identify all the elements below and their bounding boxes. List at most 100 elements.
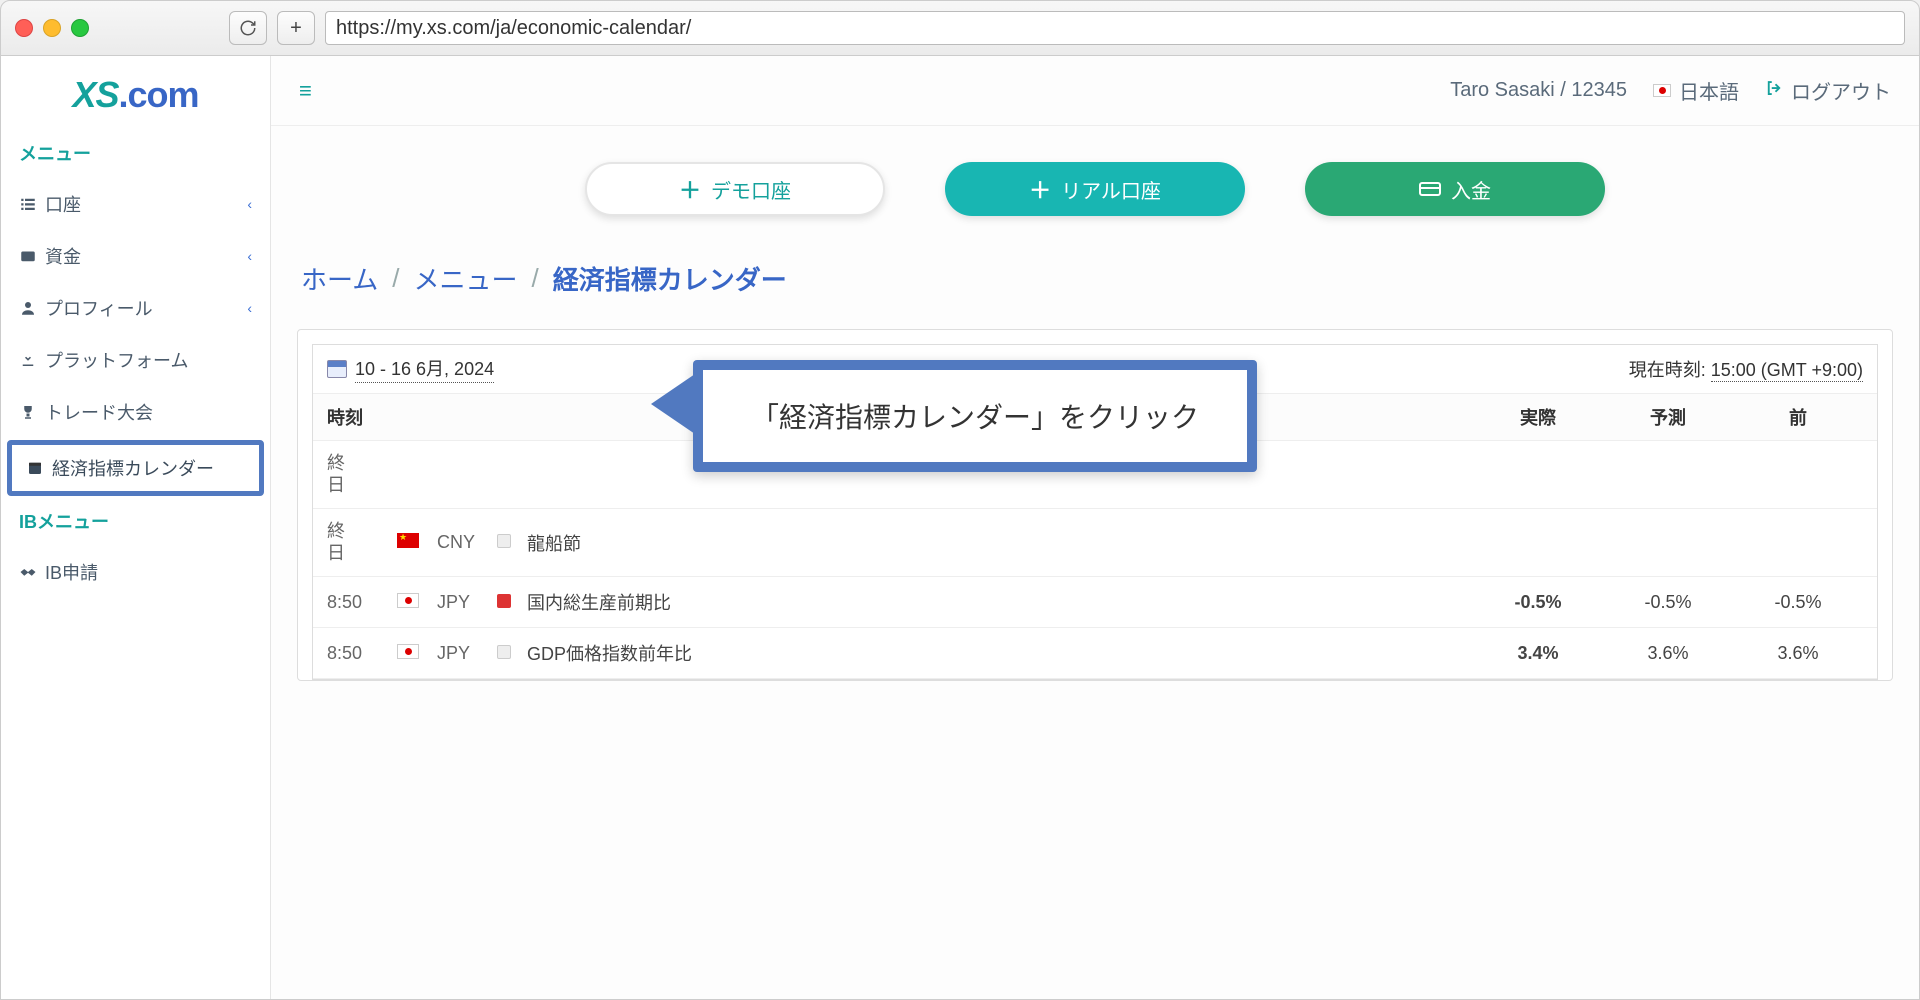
- sidebar-section-menu: メニュー: [1, 130, 270, 178]
- row-time: 終日: [327, 521, 397, 564]
- sidebar-item-platform[interactable]: プラットフォーム: [1, 334, 270, 386]
- row-time: 8:50: [327, 592, 397, 614]
- maximize-window-icon[interactable]: [71, 19, 89, 37]
- topbar: ≡ Taro Sasaki / 12345 日本語 ログアウト: [271, 56, 1919, 126]
- chevron-left-icon: ‹: [247, 248, 252, 264]
- flag-jp-icon: [1653, 84, 1671, 97]
- sidebar-item-label: 経済指標カレンダー: [52, 455, 214, 481]
- current-time: 現在時刻: 15:00 (GMT +9:00): [1629, 356, 1863, 382]
- demo-account-button[interactable]: ＋ デモ口座: [585, 162, 885, 216]
- sidebar-item-label: 口座: [45, 191, 81, 217]
- list-icon: [19, 195, 45, 213]
- breadcrumb-menu[interactable]: メニュー: [413, 260, 517, 297]
- flag-jp-icon: [397, 644, 419, 659]
- row-previous: 3.6%: [1733, 643, 1863, 664]
- account-actions: ＋ デモ口座 ＋ リアル口座 入金: [271, 126, 1919, 252]
- now-label: 現在時刻:: [1629, 360, 1706, 380]
- sidebar-item-calendar[interactable]: 経済指標カレンダー: [7, 440, 264, 496]
- calendar-row[interactable]: 終日CNY龍船節: [313, 509, 1877, 577]
- sidebar-item-profile[interactable]: プロフィール ‹: [1, 282, 270, 334]
- sidebar: XS.com メニュー 口座 ‹ 資金 ‹ プロフィール ‹ プラットフォーム …: [1, 56, 271, 999]
- row-forecast: 3.6%: [1603, 643, 1733, 664]
- reload-button[interactable]: [229, 11, 267, 45]
- hamburger-icon[interactable]: ≡: [299, 78, 312, 104]
- url-bar[interactable]: https://my.xs.com/ja/economic-calendar/: [325, 11, 1905, 45]
- row-actual: -0.5%: [1473, 592, 1603, 613]
- plus-icon: ＋: [679, 173, 701, 205]
- calendar-row[interactable]: 8:50JPY国内総生産前期比-0.5%-0.5%-0.5%: [313, 577, 1877, 628]
- row-time: 8:50: [327, 643, 397, 665]
- instruction-callout: 「経済指標カレンダー」をクリック: [693, 360, 1257, 472]
- sidebar-section-ib: IBメニュー: [1, 498, 270, 546]
- breadcrumb: ホーム / メニュー / 経済指標カレンダー: [271, 252, 1919, 321]
- row-importance: [497, 592, 527, 613]
- now-time: 15:00 (GMT +9:00): [1711, 360, 1863, 382]
- row-time: 終日: [327, 453, 397, 496]
- real-account-button[interactable]: ＋ リアル口座: [945, 162, 1245, 216]
- logout-icon: [1765, 79, 1783, 103]
- deposit-label: 入金: [1451, 175, 1491, 204]
- language-selector[interactable]: 日本語: [1653, 76, 1739, 105]
- row-currency: CNY: [437, 532, 497, 553]
- user-label[interactable]: Taro Sasaki / 12345: [1450, 79, 1627, 102]
- download-icon: [19, 351, 45, 369]
- plus-icon: ＋: [1029, 173, 1051, 205]
- logout-label: ログアウト: [1791, 76, 1891, 105]
- calendar-row[interactable]: 8:50JPYGDP価格指数前年比3.4%3.6%3.6%: [313, 628, 1877, 679]
- row-currency: JPY: [437, 643, 497, 664]
- calendar-icon: [26, 459, 52, 477]
- sidebar-item-account[interactable]: 口座 ‹: [1, 178, 270, 230]
- row-event: GDP価格指数前年比: [527, 640, 1473, 666]
- sidebar-item-label: プロフィール: [45, 295, 153, 321]
- logout-button[interactable]: ログアウト: [1765, 76, 1891, 105]
- row-flag: [397, 532, 437, 553]
- card-icon: [1419, 182, 1441, 196]
- sidebar-item-funds[interactable]: 資金 ‹: [1, 230, 270, 282]
- row-currency: JPY: [437, 592, 497, 613]
- calendar-panel: 10 - 16 6月, 2024 現在時刻: 15:00 (GMT +9:00)…: [297, 329, 1893, 681]
- language-label: 日本語: [1679, 76, 1739, 105]
- header-time: 時刻: [327, 404, 397, 430]
- header-actual: 実際: [1473, 404, 1603, 430]
- row-previous: -0.5%: [1733, 592, 1863, 613]
- browser-chrome: + https://my.xs.com/ja/economic-calendar…: [0, 0, 1920, 56]
- row-event: 国内総生産前期比: [527, 589, 1473, 615]
- user-icon: [19, 299, 45, 317]
- close-window-icon[interactable]: [15, 19, 33, 37]
- chevron-left-icon: ‹: [247, 196, 252, 212]
- sidebar-item-label: 資金: [45, 243, 81, 269]
- date-range-label: 10 - 16 6月, 2024: [355, 355, 494, 383]
- callout-arrow-icon: [651, 374, 695, 434]
- row-flag: [397, 643, 437, 664]
- deposit-button[interactable]: 入金: [1305, 162, 1605, 216]
- breadcrumb-sep: /: [392, 263, 399, 294]
- sidebar-item-contest[interactable]: トレード大会: [1, 386, 270, 438]
- wallet-icon: [19, 247, 45, 265]
- sidebar-item-label: トレード大会: [45, 399, 153, 425]
- sidebar-item-ib-apply[interactable]: IB申請: [1, 546, 270, 598]
- row-forecast: -0.5%: [1603, 592, 1733, 613]
- main-content: ≡ Taro Sasaki / 12345 日本語 ログアウト ＋ デモ口座 ＋…: [271, 56, 1919, 999]
- chevron-left-icon: ‹: [247, 300, 252, 316]
- row-importance: [497, 532, 527, 553]
- handshake-icon: [19, 563, 45, 581]
- flag-cn-icon: [397, 533, 419, 548]
- breadcrumb-home[interactable]: ホーム: [301, 260, 378, 297]
- importance-icon: [497, 645, 511, 659]
- importance-icon: [497, 594, 511, 608]
- importance-icon: [497, 534, 511, 548]
- row-importance: [497, 643, 527, 664]
- logo-xs: XS: [72, 74, 118, 115]
- logo[interactable]: XS.com: [1, 56, 270, 130]
- breadcrumb-current: 経済指標カレンダー: [553, 260, 787, 297]
- new-tab-button[interactable]: +: [277, 11, 315, 45]
- date-range-picker[interactable]: 10 - 16 6月, 2024: [327, 355, 494, 383]
- calendar-small-icon: [327, 360, 347, 378]
- minimize-window-icon[interactable]: [43, 19, 61, 37]
- calendar-rows: 終日終日CNY龍船節8:50JPY国内総生産前期比-0.5%-0.5%-0.5%…: [313, 441, 1877, 679]
- traffic-lights: [15, 19, 89, 37]
- logo-dot: .: [118, 74, 127, 115]
- app-shell: XS.com メニュー 口座 ‹ 資金 ‹ プロフィール ‹ プラットフォーム …: [0, 56, 1920, 1000]
- sidebar-item-label: IB申請: [45, 559, 98, 585]
- trophy-icon: [19, 403, 45, 421]
